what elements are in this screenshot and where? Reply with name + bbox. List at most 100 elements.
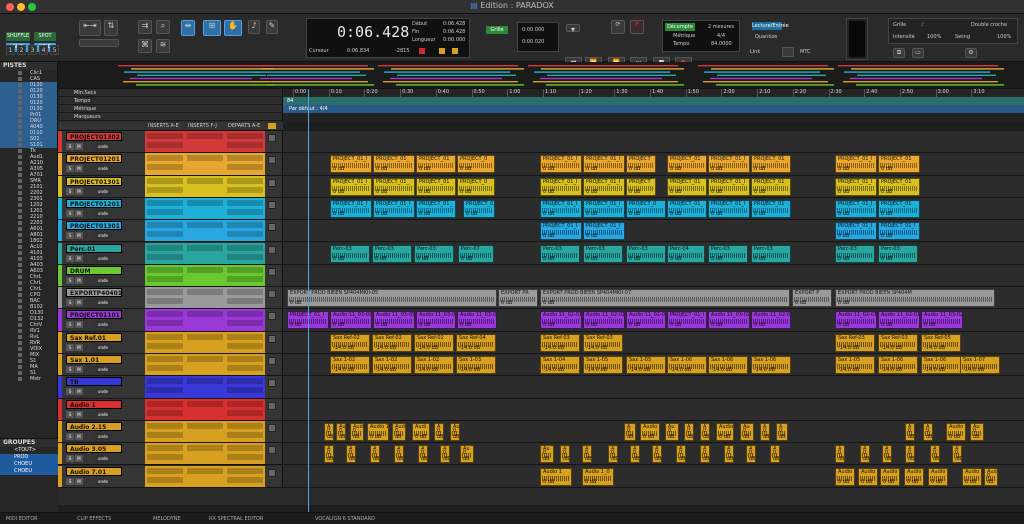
track-select-button[interactable]: S bbox=[66, 143, 74, 150]
trim-tool-icon[interactable]: ⇹ bbox=[181, 20, 195, 36]
track-select-button[interactable]: S bbox=[66, 209, 74, 217]
insert-slot[interactable] bbox=[187, 133, 223, 139]
track-color-strip[interactable] bbox=[58, 220, 62, 242]
track-name-field[interactable]: EXPORTP40401 bbox=[66, 288, 122, 298]
audio-clip[interactable]: PROJECT_0 0 dB bbox=[463, 199, 495, 218]
clip-gain[interactable]: -14.0 dB bbox=[417, 367, 438, 373]
clip-gain[interactable]: 0 dB bbox=[754, 322, 765, 328]
clip-gain[interactable]: 0 dB bbox=[633, 450, 639, 462]
send-slot[interactable] bbox=[227, 222, 263, 229]
clip-gain[interactable]: 0 dB bbox=[543, 233, 554, 239]
send-slot[interactable] bbox=[227, 231, 263, 238]
track-view-dropdown[interactable]: onde bbox=[94, 187, 112, 195]
track-inserts-area[interactable] bbox=[145, 376, 265, 398]
clip-gain[interactable]: 0 dB bbox=[333, 189, 344, 195]
clip-gain[interactable]: 0 dB bbox=[881, 233, 892, 239]
clip-gain[interactable]: 0 dB bbox=[838, 211, 849, 217]
track-select-button[interactable]: S bbox=[66, 410, 74, 418]
mode-spot-button[interactable]: SPOT bbox=[34, 32, 56, 41]
clip-gain[interactable]: 0 dB bbox=[883, 479, 894, 485]
insert-slot[interactable] bbox=[187, 289, 223, 296]
copy-icon[interactable]: ⧉ bbox=[893, 48, 905, 58]
clip-gain[interactable]: 0 dB bbox=[419, 322, 430, 328]
audio-clip[interactable]: Audio 0 dB bbox=[880, 467, 900, 486]
audio-clip[interactable]: Audio 11_03-09 0 dB bbox=[330, 311, 372, 330]
clip-gain[interactable]: 0 dB bbox=[629, 211, 640, 217]
clip-gain[interactable]: 0 dB bbox=[629, 166, 640, 172]
track-visibility-icon[interactable] bbox=[18, 245, 22, 249]
clip-gain[interactable]: 0 dB bbox=[417, 256, 428, 262]
insert-slot[interactable] bbox=[147, 378, 183, 385]
audio-clip[interactable]: A0 dB bbox=[676, 445, 686, 464]
audio-clip[interactable]: Sax Ref-03 -14.0 dB bbox=[835, 333, 875, 352]
loop-indicator-icon[interactable] bbox=[452, 48, 458, 54]
audio-clip[interactable]: Sax Ref-03 -14.0 dB bbox=[878, 333, 918, 352]
send-slot[interactable] bbox=[227, 467, 263, 474]
audio-clip[interactable]: A0 dB bbox=[608, 445, 618, 464]
audio-clip[interactable]: A0 dB bbox=[776, 422, 788, 441]
track-options-icon[interactable] bbox=[268, 267, 276, 276]
send-slot[interactable] bbox=[227, 431, 263, 438]
track-lane[interactable]: PROJECT_01_I 0 dB PROJECT_01_I 0 dB PROJECT_… bbox=[283, 220, 1024, 242]
clip-gain[interactable]: -14.0 dB bbox=[629, 367, 650, 373]
clip-gain[interactable]: 0 dB bbox=[861, 479, 872, 485]
clip-gain[interactable]: 0 dB bbox=[711, 256, 722, 262]
track-lane[interactable] bbox=[283, 131, 1024, 153]
track-visibility-icon[interactable] bbox=[18, 119, 22, 123]
audio-clip[interactable]: Audio 1_0 0 dB bbox=[582, 467, 614, 486]
ruler-label-minsecs[interactable]: Min:Secs bbox=[58, 89, 282, 97]
audio-clip[interactable]: Sax 1-02 -14.0 dB bbox=[372, 356, 412, 374]
audio-clip[interactable]: Audio 1 0 dB bbox=[367, 422, 389, 441]
audio-clip[interactable]: PROJECT_01 0 dB bbox=[416, 155, 456, 174]
track-visibility-icon[interactable] bbox=[18, 149, 22, 153]
track-mute-button[interactable]: M bbox=[75, 477, 83, 485]
track-inserts-area[interactable] bbox=[145, 309, 265, 331]
audio-clip[interactable]: Perc-03 0 dB bbox=[751, 244, 791, 263]
send-slot[interactable] bbox=[227, 164, 263, 171]
audio-clip[interactable]: A0 dB bbox=[684, 422, 694, 441]
clip-gain[interactable]: 0 dB bbox=[543, 189, 554, 195]
audio-clip[interactable]: Sax 1-02 -14.0 dB bbox=[330, 356, 370, 374]
audio-clip[interactable]: Audi 0 dB bbox=[350, 422, 364, 441]
clip-gain[interactable]: 0 dB bbox=[453, 428, 459, 440]
clip-gain[interactable]: 0 dB bbox=[655, 450, 661, 462]
insert-slot[interactable] bbox=[187, 422, 223, 429]
audio-clip[interactable]: Sax 1-05 -14.0 dB bbox=[583, 356, 623, 374]
audio-clip[interactable]: A0 dB bbox=[930, 445, 940, 464]
track-visibility-icon[interactable] bbox=[18, 365, 22, 369]
audio-clip[interactable]: Audio 11_02-01 0 dB bbox=[878, 311, 920, 330]
send-slot[interactable] bbox=[227, 142, 263, 148]
audio-clip[interactable]: Perc-03 0 dB bbox=[878, 244, 918, 263]
insert-slot[interactable] bbox=[187, 378, 223, 385]
track-name-field[interactable]: Audio 1 bbox=[66, 399, 122, 409]
clip-gain[interactable]: 0 dB bbox=[629, 189, 640, 195]
clip-gain[interactable]: 0 dB bbox=[543, 211, 554, 217]
clip-gain[interactable]: 0 dB bbox=[838, 256, 849, 262]
clip-gain[interactable]: 0 dB bbox=[333, 256, 344, 262]
track-mute-button[interactable]: M bbox=[75, 343, 83, 351]
send-slot[interactable] bbox=[227, 320, 263, 327]
send-slot[interactable] bbox=[227, 208, 263, 215]
audio-clip[interactable]: Sax 1-04 -14.0 dB bbox=[540, 356, 580, 374]
audio-clip[interactable]: PROJECT_01_ 0 dB bbox=[416, 199, 456, 218]
track-visibility-icon[interactable] bbox=[18, 371, 22, 375]
insert-slot[interactable] bbox=[147, 231, 183, 238]
track-options-icon[interactable] bbox=[268, 468, 276, 477]
clip-gain[interactable]: 0 dB bbox=[501, 300, 512, 306]
track-options-icon[interactable] bbox=[268, 401, 276, 410]
clip-gain[interactable]: 0 dB bbox=[461, 256, 472, 262]
track-visibility-icon[interactable] bbox=[18, 335, 22, 339]
track-color-strip[interactable] bbox=[58, 420, 62, 443]
audio-clip[interactable]: Au 0 dB bbox=[460, 445, 474, 464]
send-slot[interactable] bbox=[227, 409, 263, 416]
track-inserts-area[interactable] bbox=[145, 220, 265, 242]
audio-clip[interactable]: EXPORT PR 0 dB bbox=[498, 289, 538, 308]
send-slot[interactable] bbox=[227, 155, 263, 162]
track-mute-button[interactable]: M bbox=[75, 187, 83, 195]
clip-gain[interactable]: 0 dB bbox=[586, 256, 597, 262]
transport-options-icon[interactable] bbox=[782, 47, 794, 57]
track-lane[interactable]: Sax 1-02 -14.0 dB Sax 1-02 -14.0 dB Sax 1-02… bbox=[283, 354, 1024, 376]
track-mute-button[interactable]: M bbox=[75, 254, 83, 262]
audio-clip[interactable]: A0 dB bbox=[652, 445, 662, 464]
track-visibility-icon[interactable] bbox=[18, 275, 22, 279]
